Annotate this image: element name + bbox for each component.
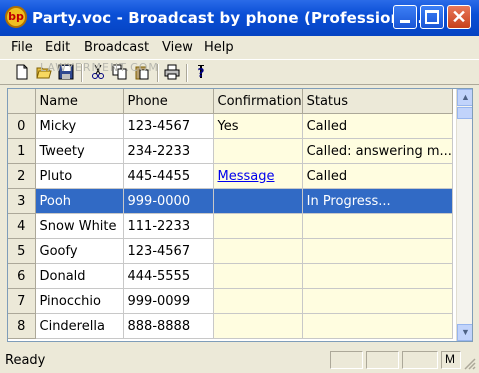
status-cell[interactable]: Called [302, 163, 453, 189]
phone-cell[interactable]: 444-5555 [123, 263, 214, 289]
status-cell[interactable] [302, 263, 453, 289]
status-pane [366, 351, 399, 369]
row-number[interactable]: 1 [8, 138, 36, 164]
header-status[interactable]: Status [302, 89, 453, 114]
table-row[interactable]: 1 Tweety 234-2233 Called: answering m... [8, 138, 453, 164]
scroll-up-button[interactable]: ▲ [457, 89, 472, 106]
phone-cell[interactable]: 111-2233 [123, 213, 214, 239]
print-icon[interactable] [164, 64, 180, 80]
confirmation-cell[interactable] [213, 188, 303, 214]
status-cell[interactable]: Called [302, 113, 453, 139]
name-cell[interactable]: Cinderella [35, 313, 124, 339]
status-text: Ready [5, 353, 46, 368]
menu-file[interactable]: File [11, 40, 33, 55]
menu-bar: File Edit Broadcast View Help [0, 36, 479, 58]
header-corner[interactable] [8, 89, 36, 114]
help-icon[interactable]: ? [193, 64, 209, 80]
watermark: LAWYERMENT.COM [40, 61, 159, 74]
name-cell[interactable]: Goofy [35, 238, 124, 264]
chevron-up-icon: ▲ [461, 92, 470, 102]
confirmation-cell[interactable] [213, 313, 303, 339]
row-number[interactable]: 5 [8, 238, 36, 264]
confirmation-cell[interactable] [213, 213, 303, 239]
row-number[interactable]: 3 [8, 188, 36, 214]
table-row[interactable]: 6 Donald 444-5555 [8, 263, 453, 289]
confirmation-cell[interactable] [213, 288, 303, 314]
contacts-table: Name Phone Confirmation Status 0 Micky 1… [8, 89, 453, 339]
row-number[interactable]: 2 [8, 163, 36, 189]
header-row: Name Phone Confirmation Status [8, 89, 453, 114]
table-row-selected[interactable]: 3 Pooh 999-0000 In Progress... [8, 188, 453, 214]
title-bar[interactable]: bp Party.voc - Broadcast by phone (Profe… [0, 0, 479, 36]
scroll-down-button[interactable]: ▼ [457, 324, 472, 341]
menu-help[interactable]: Help [204, 40, 234, 55]
name-cell[interactable]: Snow White [35, 213, 124, 239]
close-icon: ✕ [451, 7, 467, 27]
table-row[interactable]: 7 Pinocchio 999-0099 [8, 288, 453, 314]
table-row[interactable]: 2 Pluto 445-4455 Message Called [8, 163, 453, 189]
row-number[interactable]: 7 [8, 288, 36, 314]
svg-text:?: ? [198, 66, 205, 80]
status-cell[interactable] [302, 238, 453, 264]
name-cell[interactable]: Micky [35, 113, 124, 139]
scroll-thumb[interactable] [457, 107, 472, 119]
status-cell[interactable]: In Progress... [302, 188, 453, 214]
maximize-button[interactable] [420, 5, 444, 29]
phone-cell[interactable]: 234-2233 [123, 138, 214, 164]
name-cell[interactable]: Pooh [35, 188, 124, 214]
status-cell[interactable]: Called: answering m... [302, 138, 453, 164]
chevron-down-icon: ▼ [461, 327, 470, 337]
header-phone[interactable]: Phone [123, 89, 214, 114]
confirmation-cell[interactable]: Yes [213, 113, 303, 139]
toolbar-separator [186, 64, 188, 82]
table-row[interactable]: 8 Cinderella 888-8888 [8, 313, 453, 339]
status-cell[interactable] [302, 313, 453, 339]
contacts-grid[interactable]: Name Phone Confirmation Status 0 Micky 1… [7, 88, 473, 342]
status-pane [330, 351, 363, 369]
phone-cell[interactable]: 888-8888 [123, 313, 214, 339]
row-number[interactable]: 8 [8, 313, 36, 339]
confirmation-cell[interactable] [213, 263, 303, 289]
header-confirmation[interactable]: Confirmation [213, 89, 303, 114]
status-cell[interactable] [302, 288, 453, 314]
menu-view[interactable]: View [162, 40, 193, 55]
status-bar: Ready M [0, 348, 479, 373]
row-number[interactable]: 0 [8, 113, 36, 139]
table-row[interactable]: 0 Micky 123-4567 Yes Called [8, 113, 453, 139]
maximize-icon [425, 10, 439, 24]
name-cell[interactable]: Donald [35, 263, 124, 289]
vertical-scrollbar[interactable]: ▲ ▼ [456, 89, 472, 341]
close-button[interactable]: ✕ [447, 5, 471, 29]
confirmation-cell[interactable] [213, 238, 303, 264]
status-cell[interactable] [302, 213, 453, 239]
header-name[interactable]: Name [35, 89, 124, 114]
confirmation-cell[interactable]: Message [213, 163, 303, 189]
name-cell[interactable]: Pluto [35, 163, 124, 189]
new-file-icon[interactable] [14, 64, 30, 80]
row-number[interactable]: 6 [8, 263, 36, 289]
app-window: bp Party.voc - Broadcast by phone (Profe… [0, 0, 479, 373]
name-cell[interactable]: Tweety [35, 138, 124, 164]
minimize-button[interactable] [393, 5, 417, 29]
table-row[interactable]: 5 Goofy 123-4567 [8, 238, 453, 264]
phone-cell[interactable]: 445-4455 [123, 163, 214, 189]
minimize-icon [400, 20, 410, 23]
phone-cell[interactable]: 999-0000 [123, 188, 214, 214]
name-cell[interactable]: Pinocchio [35, 288, 124, 314]
message-link[interactable]: Message [218, 169, 275, 184]
phone-cell[interactable]: 123-4567 [123, 238, 214, 264]
status-pane [402, 351, 438, 369]
row-number[interactable]: 4 [8, 213, 36, 239]
table-row[interactable]: 4 Snow White 111-2233 [8, 213, 453, 239]
menu-edit[interactable]: Edit [45, 40, 70, 55]
app-icon[interactable]: bp [5, 6, 27, 28]
confirmation-cell[interactable] [213, 138, 303, 164]
menu-broadcast[interactable]: Broadcast [84, 40, 149, 55]
resize-grip-icon[interactable] [464, 358, 476, 370]
phone-cell[interactable]: 123-4567 [123, 113, 214, 139]
phone-cell[interactable]: 999-0099 [123, 288, 214, 314]
window-title: Party.voc - Broadcast by phone (Professi… [32, 9, 429, 27]
status-pane-indicator: M [441, 351, 461, 369]
